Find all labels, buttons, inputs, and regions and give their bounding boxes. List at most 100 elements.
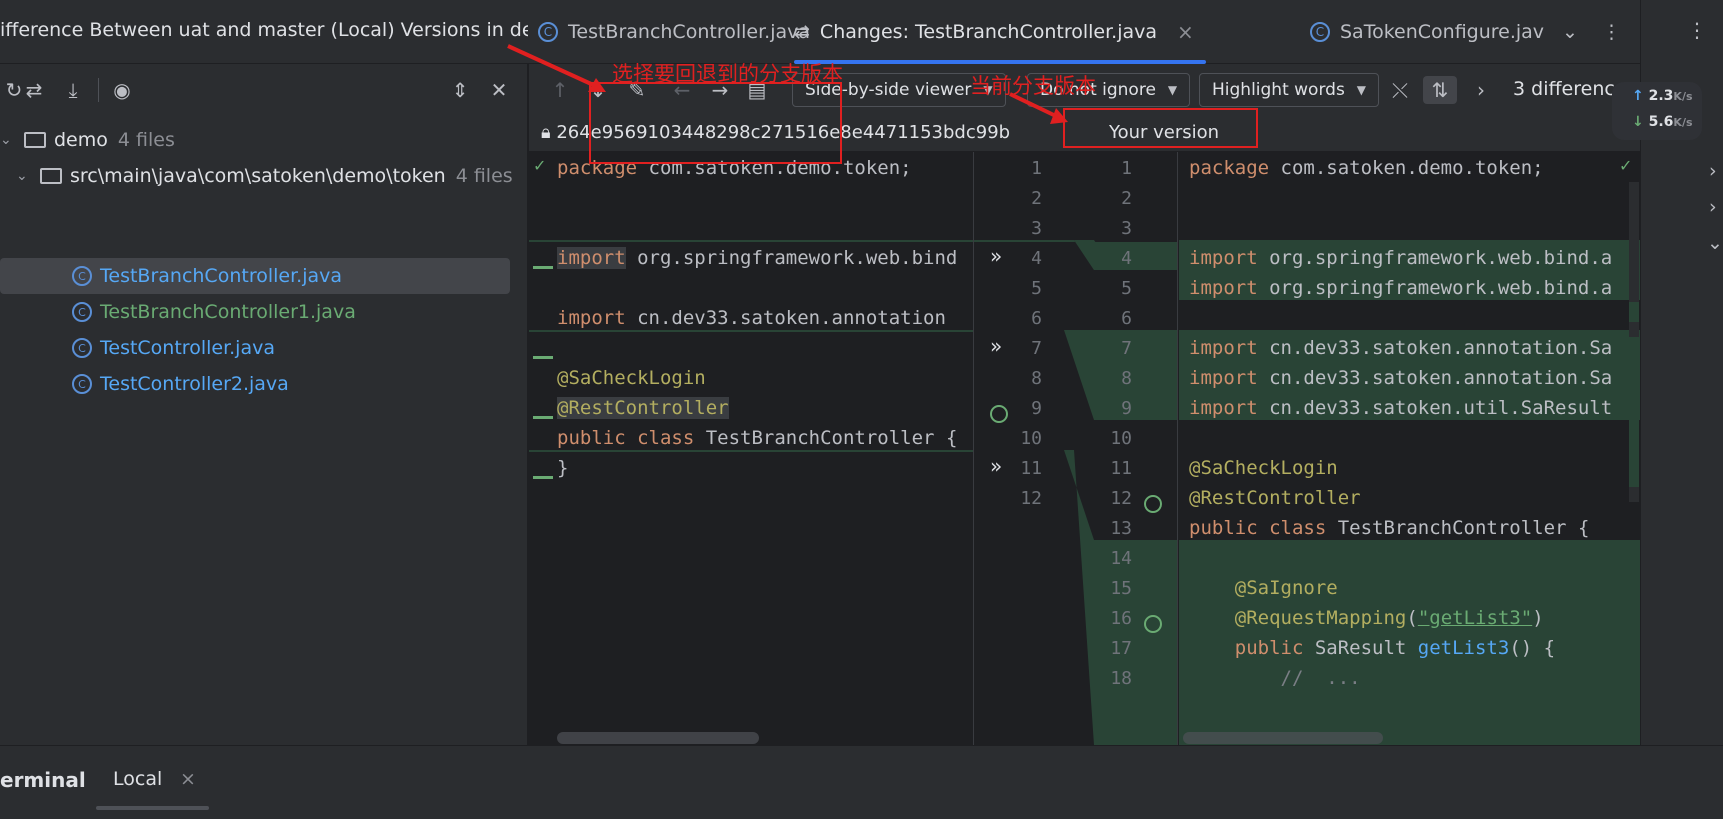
close-icon[interactable]: × bbox=[180, 768, 196, 790]
code-line: import cn.dev33.satoken.annotation bbox=[557, 307, 946, 329]
tab-testbranchcontroller[interactable]: C TestBranchController.java bbox=[538, 0, 810, 64]
chevron-down-icon[interactable]: ⌄ bbox=[1707, 232, 1723, 254]
tab-label: TestBranchController.java bbox=[568, 21, 810, 43]
download-speed: ↓ 5.6K/s bbox=[1632, 114, 1693, 130]
right-line-number: 13 bbox=[1110, 518, 1132, 539]
right-line-number: 9 bbox=[1121, 398, 1132, 419]
chevron-down-icon: ▼ bbox=[1167, 83, 1178, 97]
code-line: import org.springframework.web.bind bbox=[557, 247, 958, 269]
right-line-number: 11 bbox=[1110, 458, 1132, 479]
tool-window-title: erminal bbox=[0, 768, 86, 792]
file-label: TestController.java bbox=[100, 337, 275, 359]
eye-icon[interactable]: ◉ bbox=[108, 76, 136, 104]
more-options-icon[interactable]: ⋮ bbox=[1602, 0, 1621, 64]
tree-label: src\main\java\com\satoken\demo\token bbox=[70, 165, 446, 187]
previous-difference-icon[interactable]: ↑ bbox=[547, 76, 573, 104]
code-line: import org.springframework.web.bind.a bbox=[1189, 247, 1613, 269]
tree-file-item[interactable]: C TestBranchController.java bbox=[72, 258, 342, 294]
right-line-number: 1 bbox=[1121, 158, 1132, 179]
network-speed-widget: ↑ 2.3K/s ↓ 5.6K/s bbox=[1612, 82, 1702, 140]
sync-scroll-icon[interactable]: ⇅ bbox=[1423, 76, 1457, 104]
right-line-number: 16 bbox=[1110, 608, 1132, 629]
right-line-number: 2 bbox=[1121, 188, 1132, 209]
tree-file-item[interactable]: C TestController2.java bbox=[72, 366, 289, 402]
apply-change-icon[interactable]: » bbox=[990, 330, 1002, 363]
code-line: @SaCheckLogin bbox=[557, 367, 706, 389]
close-icon[interactable]: × bbox=[1177, 20, 1194, 44]
right-line-number: 8 bbox=[1121, 368, 1132, 389]
no-entry-icon bbox=[1144, 495, 1162, 513]
code-line: import cn.dev33.satoken.annotation.Sa bbox=[1189, 337, 1613, 359]
tab-label: SaTokenConfigure.jav bbox=[1340, 21, 1545, 43]
left-line-number: 6 bbox=[1031, 308, 1042, 329]
apply-change-icon[interactable]: » bbox=[990, 240, 1002, 273]
right-line-number: 15 bbox=[1110, 578, 1132, 599]
highlight-dropdown[interactable]: Highlight words ▼ bbox=[1199, 73, 1380, 107]
scroll-marker bbox=[1629, 337, 1639, 487]
chevron-right-icon[interactable]: › bbox=[1709, 196, 1717, 218]
class-icon: C bbox=[72, 338, 92, 358]
collapse-all-icon[interactable]: ✕ bbox=[485, 76, 513, 104]
file-label: TestBranchController.java bbox=[100, 265, 342, 287]
class-icon: C bbox=[538, 22, 558, 42]
gutter-change-mark bbox=[533, 476, 553, 479]
file-count: 4 files bbox=[455, 165, 513, 187]
right-line-number: 12 bbox=[1110, 488, 1132, 509]
code-line: @SaCheckLogin bbox=[1189, 457, 1338, 479]
diff-icon: ⇄ bbox=[794, 21, 810, 43]
terminal-tab-local[interactable]: Local bbox=[113, 768, 162, 790]
editor-tab-bar: C TestBranchController.java ⇄ Changes: T… bbox=[528, 0, 1640, 64]
code-line: @RestController bbox=[557, 397, 729, 419]
expand-all-icon[interactable]: ⇕ bbox=[446, 76, 474, 104]
right-line-number: 17 bbox=[1110, 638, 1132, 659]
tab-changes[interactable]: ⇄ Changes: TestBranchController.java × bbox=[794, 0, 1206, 64]
annotation-box-your-version bbox=[1063, 108, 1258, 148]
lock-icon: 🔒︎ bbox=[541, 122, 551, 143]
code-line: public class TestBranchController { bbox=[557, 427, 958, 449]
collapse-unchanged-icon[interactable]: ⤬ bbox=[1387, 76, 1413, 104]
apply-change-icon[interactable]: » bbox=[990, 450, 1002, 483]
gutter-change-mark bbox=[533, 266, 553, 269]
gutter-change-mark bbox=[533, 416, 553, 419]
window-title: ifference Between uat and master (Local)… bbox=[0, 19, 552, 41]
check-icon: ✓ bbox=[1619, 156, 1633, 175]
chevron-right-icon[interactable]: › bbox=[1471, 76, 1491, 104]
active-tab-indicator bbox=[96, 806, 209, 810]
file-label: TestController2.java bbox=[100, 373, 289, 395]
tab-satokenconfigure[interactable]: C SaTokenConfigure.jav bbox=[1310, 0, 1544, 64]
left-line-number: 1 bbox=[1031, 158, 1042, 179]
tree-file-item[interactable]: C TestController.java bbox=[72, 330, 275, 366]
left-line-number: 7 bbox=[1031, 338, 1042, 359]
difference-count: 3 difference bbox=[1513, 78, 1627, 100]
left-code-pane[interactable]: ✓ package com.satoken.demo.token; import… bbox=[529, 152, 973, 745]
code-line: } bbox=[557, 457, 569, 479]
tree-file-item[interactable]: C TestBranchController1.java bbox=[72, 294, 356, 330]
changes-tree-panel: ↻ ⇄ ⤓ ◉ ⇕ ✕ ⌄ demo 4 files ⌄ src\main\ja… bbox=[0, 64, 528, 745]
chevron-down-icon: ⌄ bbox=[16, 168, 28, 184]
horizontal-scrollbar[interactable] bbox=[1183, 732, 1383, 744]
right-line-number: 10 bbox=[1110, 428, 1132, 449]
chevron-right-icon[interactable]: › bbox=[1709, 160, 1717, 182]
right-line-number: 18 bbox=[1110, 668, 1132, 689]
right-line-number: 14 bbox=[1110, 548, 1132, 569]
right-code-pane[interactable]: ✓ package com.satoken.demo.token; import… bbox=[1179, 152, 1640, 745]
annotation-current-branch: 当前分支版本 bbox=[970, 74, 1096, 98]
download-icon[interactable]: ⤓ bbox=[59, 76, 87, 104]
more-options-icon[interactable]: ⋮ bbox=[1687, 18, 1707, 42]
folder-icon bbox=[40, 168, 62, 184]
right-line-number: 3 bbox=[1121, 218, 1132, 239]
diff-gutter: » » » 1 2 3 4 5 6 7 8 9 10 11 12 1 2 3 4 5 6 7 8 9 10 11 12 13 1… bbox=[973, 152, 1178, 745]
annotation-select-branch: 选择要回退到的分支版本 bbox=[612, 62, 843, 86]
left-line-number: 5 bbox=[1031, 278, 1042, 299]
diff-icon[interactable]: ⇄ bbox=[20, 76, 48, 104]
right-line-number: 7 bbox=[1121, 338, 1132, 359]
right-line-number: 5 bbox=[1121, 278, 1132, 299]
tab-list-chevron-icon[interactable]: ⌄ bbox=[1562, 0, 1578, 64]
class-icon: C bbox=[72, 266, 92, 286]
code-line: public SaResult getList3() { bbox=[1234, 637, 1556, 659]
tree-package[interactable]: ⌄ src\main\java\com\satoken\demo\token 4… bbox=[16, 158, 513, 194]
code-line: // ... bbox=[1280, 667, 1361, 689]
tree-root-demo[interactable]: ⌄ demo 4 files bbox=[0, 122, 175, 158]
horizontal-scrollbar[interactable] bbox=[557, 732, 759, 744]
gutter-change-mark bbox=[533, 356, 553, 359]
